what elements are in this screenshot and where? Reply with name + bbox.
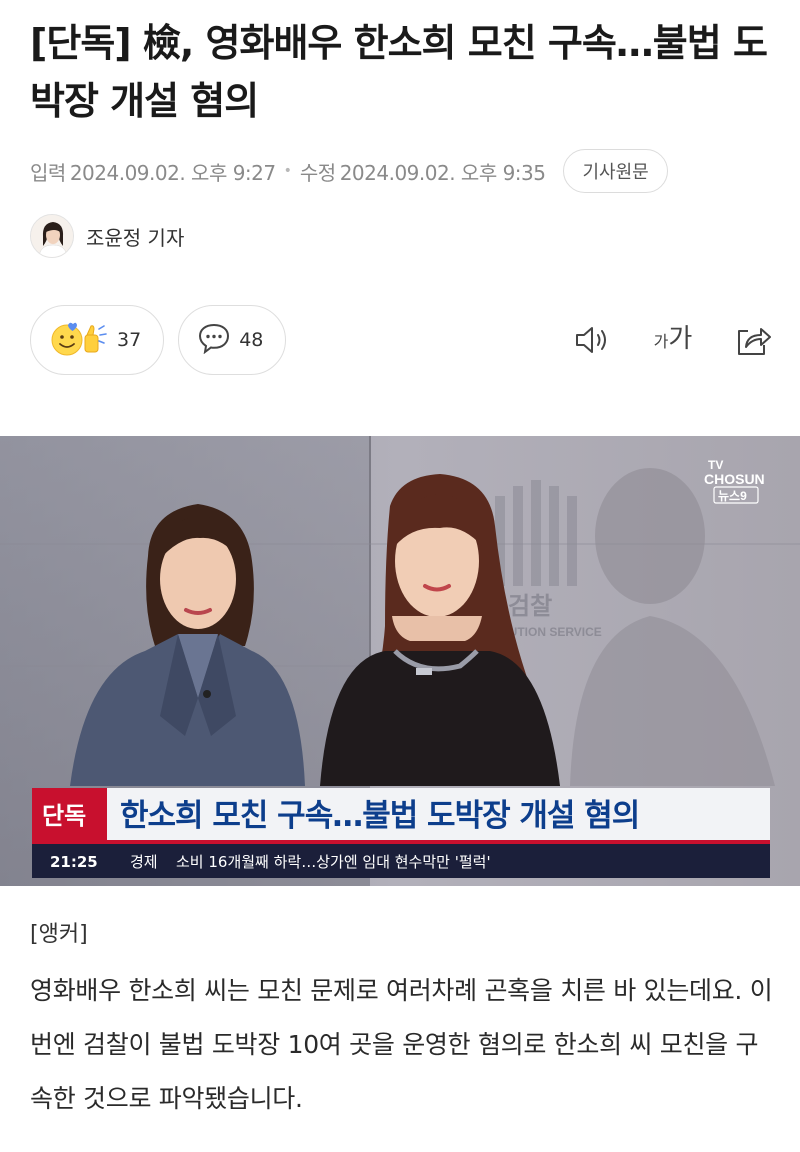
- reporter-name[interactable]: 조윤정 기자: [86, 222, 184, 251]
- news-broadcast-image: 검찰 CUTION SERVICE TV CHOSUN 뉴스9 단독 한소희 모…: [0, 436, 800, 886]
- channel-top-text: TV: [708, 458, 723, 472]
- reaction-count: 37: [117, 329, 142, 351]
- font-small-label: 가: [653, 332, 669, 351]
- wall-text: 검찰: [508, 593, 552, 620]
- input-date: 2024.09.02. 오후 9:27: [69, 160, 276, 185]
- font-size-icon[interactable]: 가 가: [651, 318, 695, 362]
- broadcast-headline: 한소희 모친 구속…불법 도박장 개설 혐의: [120, 798, 639, 834]
- comment-button[interactable]: 48: [178, 305, 287, 375]
- speaker-icon[interactable]: [571, 318, 615, 362]
- wall-sub-text: CUTION SERVICE: [500, 625, 602, 639]
- font-big-label: 가: [668, 324, 693, 354]
- article-meta: 입력 2024.09.02. 오후 9:27 • 수정 2024.09.02. …: [30, 148, 775, 194]
- reporter-byline[interactable]: 조윤정 기자: [30, 214, 184, 258]
- channel-name-text: CHOSUN: [704, 471, 765, 487]
- edit-label: 수정: [299, 160, 336, 185]
- reaction-button[interactable]: 37: [30, 305, 165, 375]
- avatar: [30, 214, 74, 258]
- input-label: 입력: [30, 160, 66, 185]
- channel-sub-text: 뉴스9: [718, 489, 747, 503]
- ticker-time: 21:25: [50, 853, 98, 871]
- anchor-label: [앵커]: [30, 922, 88, 947]
- action-bar: 37 48 가 가: [30, 304, 775, 376]
- edit-date: 2024.09.02. 오후 9:35: [339, 160, 546, 185]
- share-icon[interactable]: [731, 318, 775, 362]
- exclusive-tag: 단독: [42, 802, 86, 830]
- article-headline: [단독] 檢, 영화배우 한소희 모친 구속…불법 도박장 개설 혐의: [30, 21, 768, 123]
- article-body: 영화배우 한소희 씨는 모친 문제로 여러차례 곤혹을 치른 바 있는데요. 이…: [30, 976, 773, 1113]
- ticker-text: 소비 16개월째 하락…상가엔 임대 현수막만 '펄럭': [176, 853, 491, 871]
- meta-separator: •: [283, 163, 292, 179]
- ticker-category: 경제: [130, 853, 158, 871]
- original-article-button[interactable]: 기사원문: [563, 149, 668, 193]
- comment-icon: [197, 322, 231, 358]
- comment-count: 48: [239, 329, 264, 351]
- emoji-reaction-icon: [49, 318, 109, 362]
